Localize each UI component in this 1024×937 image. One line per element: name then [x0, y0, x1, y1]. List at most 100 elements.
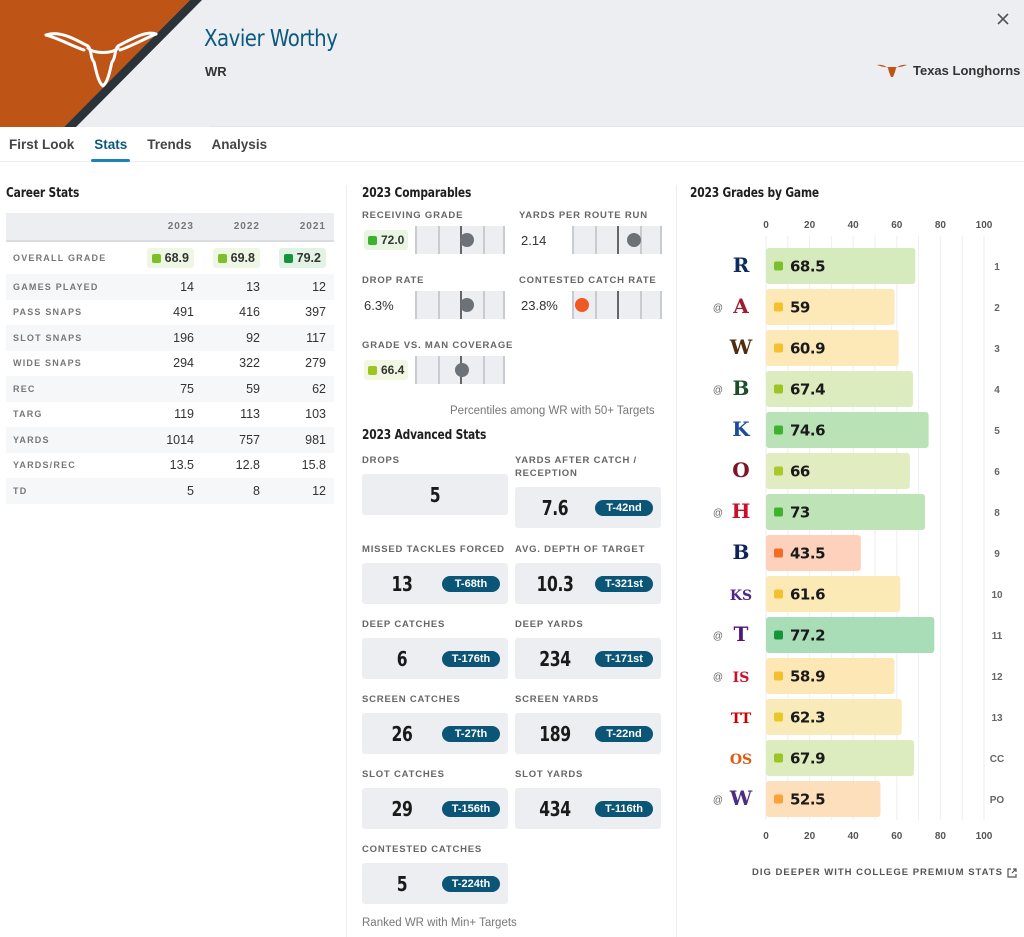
percentile-tick — [594, 226, 597, 254]
advanced-stat-card: SLOT YARDS 434 T-116th — [515, 768, 661, 829]
tcu-logo-icon: T — [734, 622, 749, 646]
rank-badge: T-116th — [595, 800, 653, 817]
tab-first-look[interactable]: First Look — [9, 127, 74, 162]
rank-badge: T-321st — [595, 575, 653, 592]
percentile-bar — [415, 291, 505, 319]
tab-stats[interactable]: Stats — [91, 127, 131, 162]
week-label: 4 — [994, 385, 1000, 396]
player-header: Xavier Worthy WR Texas Longhorns — [0, 0, 1024, 127]
table-row: GAMES PLAYED 14 13 12 — [6, 274, 334, 300]
stat-cell: 981 — [268, 427, 334, 453]
percentile-tick — [617, 226, 619, 254]
comparable-item: DROP RATE 6.3% — [362, 275, 510, 319]
svg-text:KS: KS — [730, 588, 752, 604]
grade-dot-icon — [774, 425, 783, 435]
grade-value-label: 52.5 — [790, 791, 825, 809]
week-label: 8 — [994, 508, 1000, 519]
percentile-tick — [415, 356, 417, 384]
percentile-tick — [503, 356, 505, 384]
dig-deeper-link[interactable]: DIG DEEPER WITH COLLEGE PREMIUM STATS — [752, 867, 1017, 878]
comparable-value: 72.0 — [362, 230, 415, 250]
advanced-stat-label: DROPS — [362, 455, 400, 466]
row-label: REC — [6, 376, 136, 402]
rank-badge: T-42nd — [595, 499, 653, 516]
grade-color-icon — [368, 235, 377, 245]
x-tick-label-bottom: 60 — [891, 831, 903, 842]
stat-cell: 294 — [173, 356, 194, 371]
grade-bar — [766, 371, 913, 407]
week-label: 12 — [991, 672, 1003, 683]
away-marker: @ — [713, 508, 723, 519]
grade-value-label: 61.6 — [790, 586, 825, 604]
percentile-tick — [572, 226, 574, 254]
advanced-stat-value: 7.6 — [541, 495, 569, 520]
grade-dot-icon — [774, 343, 783, 353]
comparable-item: GRADE VS. MAN COVERAGE 66.4 — [362, 340, 514, 384]
x-tick-label-bottom: 20 — [804, 831, 816, 842]
stat-cell: 757 — [202, 427, 268, 453]
percentile-tick — [639, 291, 642, 319]
advanced-stats-section: 2023 Advanced Stats DROPS 5 YARDS AFTER CA… — [362, 428, 662, 904]
grade-badge: 69.8 — [212, 248, 260, 268]
table-row: PASS SNAPS 491 416 397 — [6, 300, 334, 326]
grade-color-icon — [368, 365, 377, 375]
x-tick-label-bottom: 100 — [976, 831, 993, 842]
advanced-stat-label: SCREEN CATCHES — [362, 694, 461, 705]
comparable-label: GRADE VS. MAN COVERAGE — [362, 340, 514, 351]
percentile-tick — [437, 291, 440, 319]
ranked-note: Ranked WR with Min+ Targets — [362, 917, 517, 929]
team-banner — [0, 0, 210, 127]
advanced-stat-card: SLOT CATCHES 29 T-156th — [362, 768, 508, 829]
advanced-stat-box: 10.3 T-321st — [515, 563, 661, 604]
comparable-label: CONTESTED CATCH RATE — [519, 275, 657, 286]
x-tick-label-top: 0 — [763, 220, 769, 231]
percentile-tick — [415, 226, 417, 254]
grade-value: 79.2 — [296, 251, 321, 265]
grade-bar — [766, 330, 899, 366]
percentile-tick — [503, 226, 505, 254]
week-label: 5 — [994, 426, 1000, 437]
week-label: 13 — [991, 713, 1003, 724]
texas-tech-logo-icon: TT — [731, 711, 752, 727]
percentile-marker — [460, 298, 475, 312]
percentile-tick — [415, 291, 417, 319]
grade-value-label: 58.9 — [790, 668, 825, 686]
advanced-stat-box: 234 T-171st — [515, 638, 661, 679]
away-marker: @ — [713, 795, 723, 806]
table-row: YARDS 1014 757 981 — [6, 427, 334, 453]
advanced-stat-card: YARDS AFTER CATCH / RECEPTION 7.6 T-42nd — [515, 454, 661, 528]
stat-cell: 322 — [239, 356, 260, 371]
column-header: 2023 — [136, 213, 202, 242]
tab-trends[interactable]: Trends — [147, 127, 191, 162]
stat-cell: 62 — [268, 376, 334, 402]
svg-text:H: H — [732, 499, 751, 523]
grade-bar — [766, 248, 916, 284]
iowa-state-logo-icon: IS — [733, 670, 750, 686]
advanced-stat-box: 434 T-116th — [515, 788, 661, 829]
grade-bar — [766, 289, 895, 325]
wyoming-logo-icon: W — [729, 335, 753, 359]
table-row: TARG 119 113 103 — [6, 402, 334, 428]
grade-badge: 72.0 — [364, 230, 409, 250]
advanced-stat-label: AVG. DEPTH OF TARGET — [515, 544, 646, 555]
advanced-stat-value: 5 — [429, 482, 441, 507]
close-button[interactable] — [994, 10, 1012, 28]
advanced-stat-box: 29 T-156th — [362, 788, 508, 829]
alabama-logo-icon: A — [732, 294, 749, 318]
row-label: WIDE SNAPS — [13, 358, 83, 369]
tab-bar: First Look Stats Trends Analysis — [0, 127, 1024, 162]
row-label: TARG — [13, 409, 43, 420]
stat-cell: 13 — [202, 274, 268, 300]
grade-badge: 79.2 — [278, 248, 326, 268]
svg-text:B: B — [733, 376, 750, 400]
row-label: SLOT SNAPS — [6, 325, 136, 351]
grade-dot-icon — [774, 712, 783, 722]
comparable-label: RECEIVING GRADE — [362, 210, 464, 221]
advanced-stat-card: DROPS 5 — [362, 454, 508, 515]
grade-value-label: 74.6 — [790, 422, 825, 440]
grade-cell: 79.2 — [268, 241, 334, 274]
grades-chart-svg: 00202040406060808010010068.5 1R59 2@ A60.9 3… — [713, 220, 1005, 842]
comparable-item: YARDS PER ROUTE RUN 2.14 — [519, 210, 667, 254]
x-tick-label-bottom: 80 — [935, 831, 947, 842]
tab-analysis[interactable]: Analysis — [212, 127, 268, 162]
